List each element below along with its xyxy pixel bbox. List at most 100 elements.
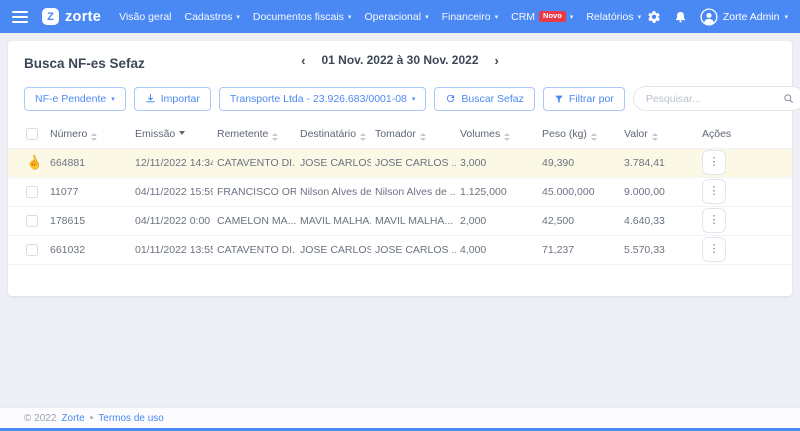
chevron-down-icon: ▾ bbox=[236, 13, 240, 21]
cell-volumes: 3,000 bbox=[456, 148, 538, 177]
chevron-down-icon: ▾ bbox=[784, 13, 788, 21]
nav-item-visao-geral[interactable]: Visão geral bbox=[119, 11, 171, 23]
row-actions-kebab-button[interactable]: ⋮ bbox=[702, 150, 726, 175]
row-checkbox[interactable] bbox=[26, 215, 38, 227]
sort-icon bbox=[652, 133, 658, 141]
nav-item-documentos-fiscais[interactable]: Documentos fiscais▾ bbox=[253, 11, 352, 23]
cell-destinatario: JOSE CARLOS ... bbox=[296, 148, 371, 177]
filter-icon bbox=[554, 94, 564, 104]
column-header-valor[interactable]: Valor bbox=[620, 121, 698, 148]
footer-terms-link[interactable]: Termos de uso bbox=[98, 413, 164, 424]
table-row[interactable]: 17861504/11/2022 0:00CAMELON MA...MAVIL … bbox=[8, 206, 792, 235]
cell-tomador: JOSE CARLOS ... bbox=[371, 235, 456, 264]
menu-toggle-icon[interactable] bbox=[12, 11, 28, 23]
table-body: ☝66488112/11/2022 14:34CATAVENTO DI...JO… bbox=[8, 148, 792, 264]
cell-tomador: MAVIL MALHA... bbox=[371, 206, 456, 235]
hand-cursor-icon: ☝ bbox=[24, 152, 45, 173]
nav-item-operacional[interactable]: Operacional▾ bbox=[364, 11, 428, 23]
status-filter-dropdown[interactable]: NF-e Pendente ▾ bbox=[24, 87, 126, 111]
cell-peso-kg: 45.000,000 bbox=[538, 177, 620, 206]
page-title: Busca NF-es Sefaz bbox=[24, 56, 145, 71]
cell-valor: 5.570,33 bbox=[620, 235, 698, 264]
brand-logo[interactable]: Z zorte bbox=[42, 8, 101, 25]
cell-peso-kg: 71,237 bbox=[538, 235, 620, 264]
cell-numero: 664881 bbox=[46, 148, 131, 177]
user-menu[interactable]: Zorte Admin ▾ bbox=[700, 8, 788, 26]
cell-valor: 9.000,00 bbox=[620, 177, 698, 206]
toolbar: NF-e Pendente ▾ Importar Transporte Ltda… bbox=[8, 77, 792, 121]
cell-valor: 3.784,41 bbox=[620, 148, 698, 177]
search-sefaz-button[interactable]: Buscar Sefaz bbox=[434, 87, 534, 111]
sorted-desc-icon bbox=[179, 131, 185, 135]
nav-right-actions: Zorte Admin ▾ bbox=[647, 8, 788, 26]
column-header-numero[interactable]: Número bbox=[46, 121, 131, 148]
cell-emissao: 04/11/2022 15:59 bbox=[131, 177, 213, 206]
column-header-remetente[interactable]: Remetente bbox=[213, 121, 296, 148]
chevron-down-icon: ▾ bbox=[412, 95, 416, 103]
table-row[interactable]: ☝66488112/11/2022 14:34CATAVENTO DI...JO… bbox=[8, 148, 792, 177]
cell-acoes: ⋮ bbox=[698, 235, 792, 264]
column-header-tomador[interactable]: Tomador bbox=[371, 121, 456, 148]
main-content: Busca NF-es Sefaz ‹ 01 Nov. 2022 à 30 No… bbox=[0, 33, 800, 296]
next-period-button[interactable]: › bbox=[493, 54, 501, 67]
nav-item-cadastros[interactable]: Cadastros▾ bbox=[185, 11, 240, 23]
cell-volumes: 1.125,000 bbox=[456, 177, 538, 206]
search-icon[interactable] bbox=[783, 93, 794, 104]
row-actions-kebab-button[interactable]: ⋮ bbox=[702, 179, 726, 204]
download-icon bbox=[145, 93, 156, 104]
cell-destinatario: Nilson Alves de ... bbox=[296, 177, 371, 206]
cell-volumes: 4,000 bbox=[456, 235, 538, 264]
cell-numero: 178615 bbox=[46, 206, 131, 235]
cell-tomador: JOSE CARLOS ... bbox=[371, 148, 456, 177]
cell-emissao: 04/11/2022 0:00 bbox=[131, 206, 213, 235]
settings-gear-icon[interactable] bbox=[647, 10, 661, 24]
row-select-cell: ☝ bbox=[8, 148, 46, 177]
prev-period-button[interactable]: ‹ bbox=[299, 54, 307, 67]
filter-by-button[interactable]: Filtrar por bbox=[543, 87, 625, 111]
user-name: Zorte Admin bbox=[723, 11, 780, 23]
cell-remetente: CAMELON MA... bbox=[213, 206, 296, 235]
chevron-down-icon: ▾ bbox=[111, 95, 115, 103]
row-select-cell bbox=[8, 206, 46, 235]
table-row[interactable]: 1107704/11/2022 15:59FRANCISCO OR...Nils… bbox=[8, 177, 792, 206]
row-actions-kebab-button[interactable]: ⋮ bbox=[702, 237, 726, 262]
cell-peso-kg: 42,500 bbox=[538, 206, 620, 235]
chevron-down-icon: ▾ bbox=[348, 13, 352, 21]
column-header-volumes[interactable]: Volumes bbox=[456, 121, 538, 148]
avatar-icon bbox=[700, 8, 718, 26]
notifications-bell-icon[interactable] bbox=[674, 10, 687, 24]
nav-items: Visão geral Cadastros▾ Documentos fiscais▾… bbox=[119, 11, 641, 23]
cell-emissao: 12/11/2022 14:34 bbox=[131, 148, 213, 177]
sort-icon bbox=[272, 133, 278, 141]
column-header-acoes: Ações bbox=[698, 121, 792, 148]
cell-emissao: 01/11/2022 13:55 bbox=[131, 235, 213, 264]
nfe-results-table: NúmeroEmissãoRemetenteDestinatárioTomado… bbox=[8, 121, 792, 265]
cell-tomador: Nilson Alves de ... bbox=[371, 177, 456, 206]
row-checkbox[interactable] bbox=[26, 186, 38, 198]
table-header-row: NúmeroEmissãoRemetenteDestinatárioTomado… bbox=[8, 121, 792, 148]
row-actions-kebab-button[interactable]: ⋮ bbox=[702, 208, 726, 233]
import-button[interactable]: Importar bbox=[134, 87, 211, 111]
nav-item-relatorios[interactable]: Relatórios▾ bbox=[586, 11, 641, 23]
nav-item-financeiro[interactable]: Financeiro▾ bbox=[442, 11, 499, 23]
cell-remetente: CATAVENTO DI... bbox=[213, 148, 296, 177]
company-selector-dropdown[interactable]: Transporte Ltda - 23.926.683/0001-08 ▾ bbox=[219, 87, 427, 111]
brand-logo-icon: Z bbox=[42, 8, 59, 25]
nav-item-crm[interactable]: CRMNovo▾ bbox=[511, 11, 573, 23]
cell-destinatario: MAVIL MALHA... bbox=[296, 206, 371, 235]
column-header-emissao[interactable]: Emissão bbox=[131, 121, 213, 148]
row-checkbox[interactable] bbox=[26, 244, 38, 256]
cell-numero: 11077 bbox=[46, 177, 131, 206]
row-select-cell bbox=[8, 177, 46, 206]
footer-separator: • bbox=[90, 413, 94, 424]
cell-numero: 661032 bbox=[46, 235, 131, 264]
sort-icon bbox=[360, 133, 366, 141]
footer-brand-link[interactable]: Zorte bbox=[61, 413, 84, 424]
select-all-checkbox[interactable] bbox=[26, 128, 38, 140]
search-input[interactable] bbox=[644, 92, 783, 106]
cell-acoes: ⋮ bbox=[698, 148, 792, 177]
chevron-down-icon: ▾ bbox=[495, 13, 499, 21]
column-header-destinatario[interactable]: Destinatário bbox=[296, 121, 371, 148]
column-header-peso-kg[interactable]: Peso (kg) bbox=[538, 121, 620, 148]
table-row[interactable]: 66103201/11/2022 13:55CATAVENTO DI...JOS… bbox=[8, 235, 792, 264]
